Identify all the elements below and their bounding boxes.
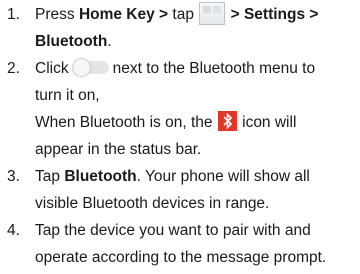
step-2-line-1: Click next to the Bluetooth menu to [35, 55, 356, 82]
step-2-line-2: turn it on, [35, 87, 100, 104]
step-bold-text: > Settings > [230, 6, 319, 23]
step-text: . [107, 33, 112, 50]
step-text: Click [35, 60, 69, 77]
step-text: . Your phone will show all [136, 168, 310, 185]
bluetooth-icon [217, 111, 237, 131]
step-4-line-2: operate according to the message prompt. [35, 249, 327, 266]
step-1-line-1: Press Home Key > tap > Settings > [35, 1, 356, 28]
step-1: 1. Press Home Key > tap > Settings > Blu… [0, 1, 360, 55]
step-text: tap [168, 6, 199, 23]
step-2-line-4: appear in the status bar. [35, 141, 202, 158]
toggle-off-icon [72, 59, 109, 76]
step-4: 4. Tap the device you want to pair with … [0, 217, 360, 271]
step-2: 2. Click next to the Bluetooth menu to tu… [0, 55, 360, 163]
step-3-line-1: Tap Bluetooth. Your phone will show all [35, 163, 356, 190]
step-3: 3. Tap Bluetooth. Your phone will show a… [0, 163, 360, 217]
step-2-line-3: When Bluetooth is on, the icon will [35, 109, 356, 136]
step-1-line-2: Bluetooth. [35, 28, 356, 55]
step-text: Tap [35, 168, 65, 185]
step-text: icon will [237, 114, 297, 131]
step-bold-text: Bluetooth [35, 33, 108, 50]
step-3-line-2: visible Bluetooth devices in range. [35, 195, 270, 212]
step-text: When Bluetooth is on, the [35, 114, 217, 131]
step-number: 4. [7, 222, 20, 239]
step-text: Press [35, 6, 79, 23]
step-bold-text: Home Key > [78, 6, 169, 23]
step-number: 2. [7, 60, 20, 77]
toggle-knob [72, 59, 90, 76]
step-number: 3. [7, 168, 20, 185]
step-text: next to the Bluetooth menu to [112, 60, 316, 77]
instruction-steps: 1. Press Home Key > tap > Settings > Blu… [0, 0, 360, 274]
step-4-line-1: Tap the device you want to pair with and [35, 222, 311, 239]
step-bold-text: Bluetooth [64, 168, 137, 185]
step-number: 1. [7, 6, 20, 23]
apps-grid-icon [199, 2, 226, 25]
